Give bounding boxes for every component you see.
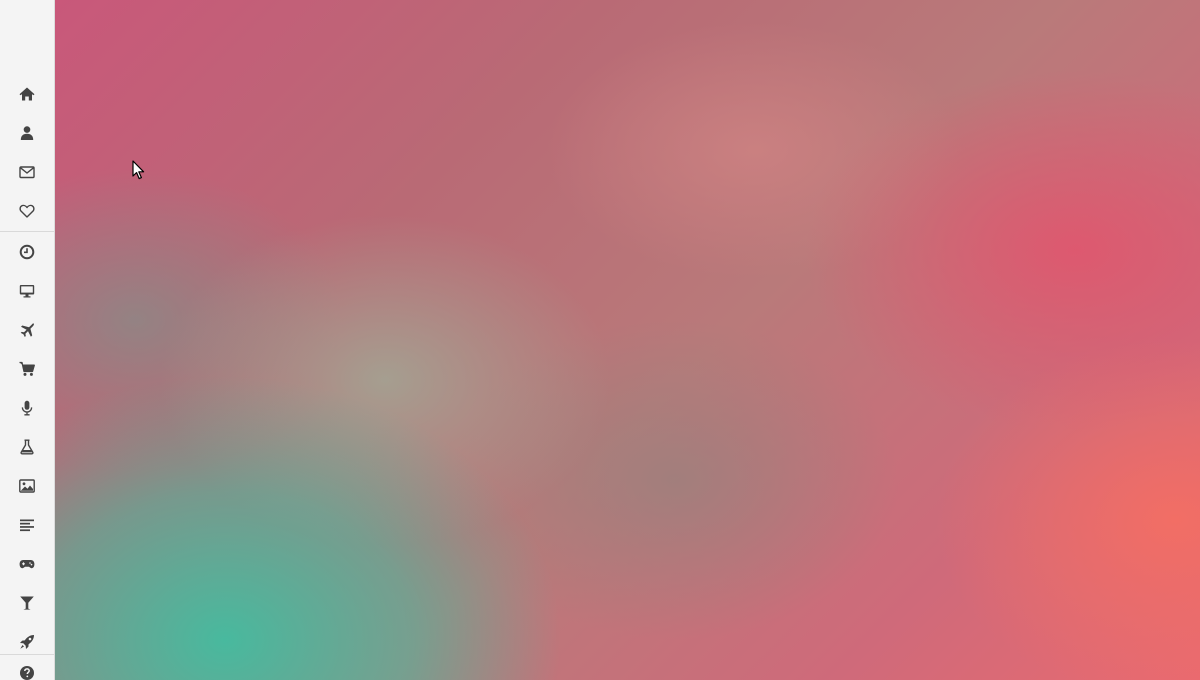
home-icon (19, 87, 35, 100)
sidebar-item-history[interactable] (0, 232, 54, 271)
rocket-icon (20, 634, 34, 649)
sidebar-item-shop[interactable] (0, 349, 54, 388)
icon-sidebar (0, 0, 55, 680)
sidebar-item-podcasts[interactable] (0, 388, 54, 427)
sidebar-item-messages[interactable] (0, 152, 54, 191)
sidebar-top-group (0, 74, 54, 230)
image-icon (19, 478, 35, 493)
heart-icon (19, 204, 35, 218)
desktop-screen (0, 0, 1200, 680)
sidebar-item-profile[interactable] (0, 113, 54, 152)
plane-icon (20, 322, 34, 337)
sidebar-item-home[interactable] (0, 74, 54, 113)
question-circle-icon (20, 666, 34, 680)
sidebar-apps-group (0, 231, 54, 661)
sidebar-item-desktop[interactable] (0, 271, 54, 310)
shopping-cart-icon (19, 361, 35, 376)
microphone-icon (21, 400, 33, 415)
clock-icon (19, 244, 35, 259)
align-left-icon (20, 519, 34, 531)
desktop-icon (19, 284, 35, 297)
painted-gradient-background (55, 0, 1200, 680)
filter-icon (20, 596, 34, 610)
flask-icon (20, 439, 34, 454)
user-icon (20, 125, 34, 140)
gamepad-icon (19, 559, 35, 568)
envelope-icon (19, 165, 35, 178)
sidebar-item-drinks[interactable] (0, 583, 54, 622)
sidebar-item-favorites[interactable] (0, 191, 54, 230)
sidebar-bottom-group (0, 654, 54, 680)
mouse-pointer-icon (132, 160, 145, 180)
sidebar-item-science[interactable] (0, 427, 54, 466)
sidebar-item-help[interactable] (0, 655, 54, 680)
sidebar-item-travel[interactable] (0, 310, 54, 349)
sidebar-item-photos[interactable] (0, 466, 54, 505)
sidebar-item-games[interactable] (0, 544, 54, 583)
sidebar-item-articles[interactable] (0, 505, 54, 544)
